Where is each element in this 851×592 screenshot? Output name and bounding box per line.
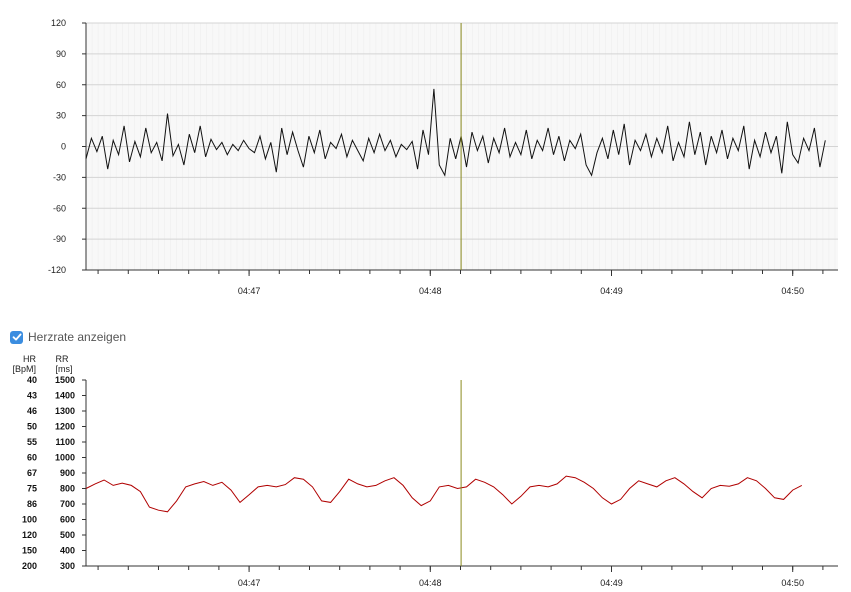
x-tick-label: 04:50: [781, 578, 804, 588]
hr-tick-label: 60: [27, 453, 37, 463]
rr-series-line: [85, 475, 803, 513]
rr-axis-unit: [ms]: [56, 364, 73, 374]
rr-tick-label: 1500: [55, 375, 75, 385]
hr-tick-label: 55: [27, 437, 37, 447]
rr-tick-label: 700: [60, 499, 75, 509]
x-tick-label: 04:48: [419, 286, 442, 296]
y-tick-label: 60: [56, 80, 66, 90]
x-tick-label: 04:47: [238, 286, 261, 296]
checkmark-icon: [12, 333, 21, 341]
x-tick-label: 04:48: [419, 578, 442, 588]
x-tick-label: 04:49: [600, 578, 623, 588]
x-tick-label: 04:50: [781, 286, 804, 296]
hr-tick-label: 46: [27, 406, 37, 416]
y-tick-label: 120: [51, 18, 66, 28]
y-tick-label: 30: [56, 111, 66, 121]
rr-tick-label: 400: [60, 546, 75, 556]
rr-tick-label: 800: [60, 484, 75, 494]
y-tick-label: -90: [53, 234, 66, 244]
rr-tick-label: 900: [60, 468, 75, 478]
y-tick-label: -120: [48, 265, 66, 275]
y-tick-label: 90: [56, 49, 66, 59]
rr-tick-label: 300: [60, 561, 75, 571]
y-tick-label: -30: [53, 172, 66, 182]
hr-tick-label: 43: [27, 391, 37, 401]
x-tick-label: 04:49: [600, 286, 623, 296]
ecg-chart: 120 90 60 30 0 -30 -60 -90 -120 04:47 04:48 04:49 04…: [48, 18, 838, 296]
y-tick-label: 0: [61, 142, 66, 152]
hr-tick-label: 50: [27, 422, 37, 432]
rr-tick-label: 1300: [55, 406, 75, 416]
hr-tick-label: 40: [27, 375, 37, 385]
hr-axis-title: HR: [23, 354, 36, 364]
hr-tick-label: 86: [27, 499, 37, 509]
rr-axis-title: RR: [56, 354, 69, 364]
heart-rate-toggle[interactable]: Herzrate anzeigen: [10, 329, 126, 345]
hr-tick-label: 75: [27, 484, 37, 494]
rr-tick-label: 1400: [55, 391, 75, 401]
hr-tick-label: 200: [22, 561, 37, 571]
hr-tick-label: 67: [27, 468, 37, 478]
rr-tick-label: 1000: [55, 453, 75, 463]
y-tick-label: -60: [53, 203, 66, 213]
rr-chart: HR[BpM] RR[ms]1500 40 1400 43 1300 46 1200 50 110…: [12, 354, 838, 588]
rr-tick-label: 500: [60, 530, 75, 540]
rr-tick-label: 1100: [55, 437, 75, 447]
heart-rate-checkbox[interactable]: [10, 330, 23, 344]
hr-tick-label: 150: [22, 546, 37, 556]
heart-rate-toggle-label: Herzrate anzeigen: [28, 330, 127, 344]
rr-tick-label: 1200: [55, 422, 75, 432]
hr-tick-label: 120: [22, 530, 37, 540]
hr-tick-label: 100: [22, 515, 37, 525]
rr-tick-label: 600: [60, 515, 75, 525]
x-tick-label: 04:47: [238, 578, 261, 588]
hr-axis-unit: [BpM]: [12, 364, 36, 374]
